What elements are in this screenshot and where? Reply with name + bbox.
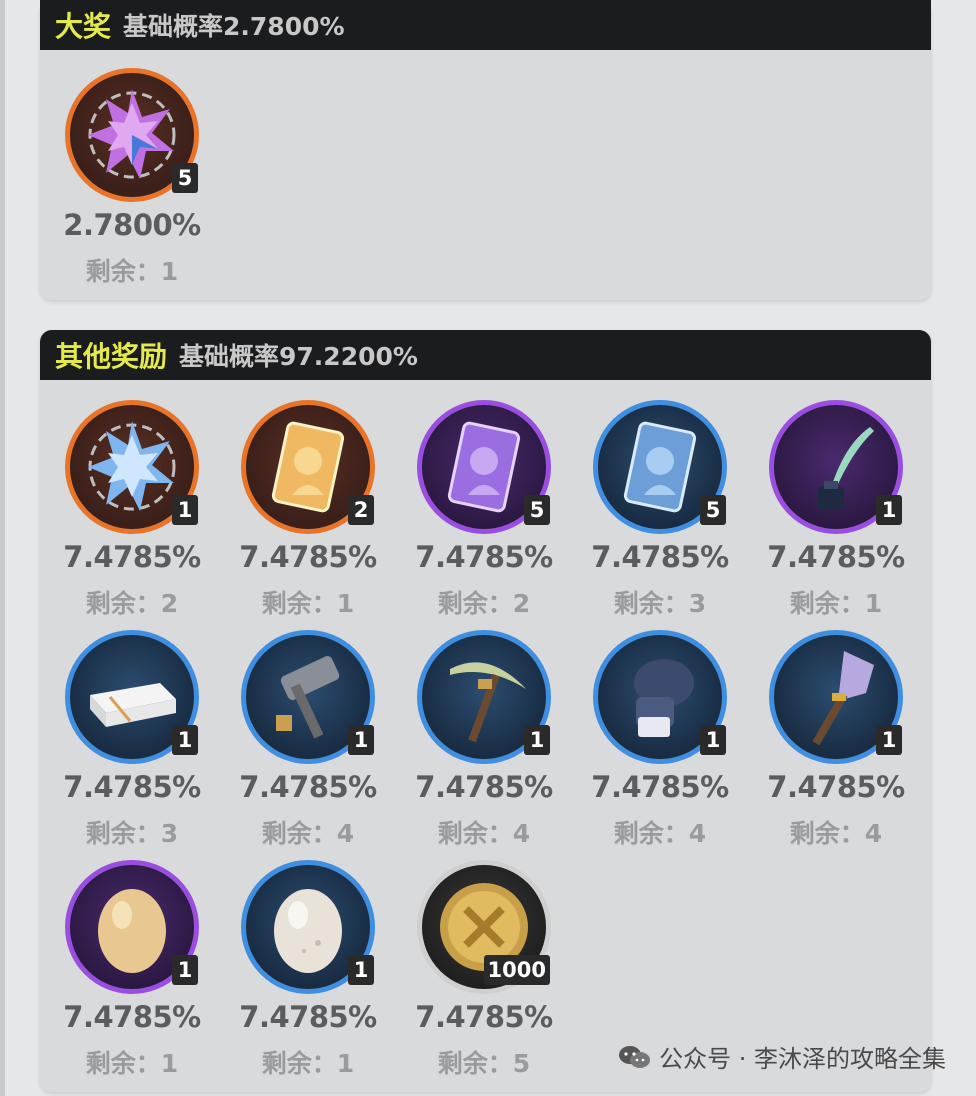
frame-border — [0, 0, 5, 1096]
reward-item[interactable]: 1000 7.4785% 剩余：5 — [392, 860, 568, 1080]
reward-remaining: 剩余：4 — [437, 819, 531, 848]
reward-remaining: 剩余：3 — [85, 819, 179, 848]
grand-prize-title: 大奖 — [55, 10, 112, 43]
reward-icon-frame[interactable]: 5 — [593, 400, 727, 534]
reward-rate: 7.4785% — [239, 1000, 377, 1034]
reward-item[interactable]: 5 2.7800% 剩余：1 — [40, 68, 216, 288]
grand-prize-header: 大奖 基础概率2.7800% — [40, 0, 931, 50]
other-rewards-body: 1 7.4785% 剩余：2 2 7.4785% 剩余：1 5 7.4785% 剩余：2 5 7.4… — [40, 380, 931, 1092]
reward-rate: 7.4785% — [591, 770, 729, 804]
reward-remaining: 剩余：1 — [789, 589, 883, 618]
reward-item[interactable]: 5 7.4785% 剩余：2 — [392, 400, 568, 620]
grand-prize-section: 大奖 基础概率2.7800% 5 2.7800% 剩余：1 — [40, 0, 931, 300]
reward-remaining: 剩余：1 — [85, 1049, 179, 1078]
quantity-badge: 1000 — [483, 955, 550, 985]
reward-icon-frame[interactable]: 1000 — [417, 860, 551, 994]
quantity-badge: 5 — [524, 495, 550, 525]
reward-icon-frame[interactable]: 1 — [65, 860, 199, 994]
other-rewards-title: 其他奖励 — [55, 340, 168, 373]
reward-rate: 7.4785% — [767, 770, 905, 804]
quantity-badge: 5 — [172, 163, 198, 193]
reward-rate: 7.4785% — [63, 540, 201, 574]
reward-remaining: 剩余：4 — [789, 819, 883, 848]
reward-item[interactable]: 1 7.4785% 剩余：1 — [40, 860, 216, 1080]
reward-item[interactable]: 1 7.4785% 剩余：4 — [392, 630, 568, 850]
reward-icon-frame[interactable]: 1 — [417, 630, 551, 764]
wechat-icon — [619, 1045, 651, 1068]
reward-icon-frame[interactable]: 1 — [241, 860, 375, 994]
reward-rate: 7.4785% — [591, 540, 729, 574]
reward-remaining: 剩余：1 — [261, 589, 355, 618]
reward-remaining: 剩余：4 — [261, 819, 355, 848]
reward-remaining: 剩余：2 — [437, 589, 531, 618]
watermark-text: 公众号 · 李沐泽的攻略全集 — [659, 1045, 946, 1073]
reward-remaining: 剩余：1 — [85, 257, 179, 286]
grand-prize-rate: 基础概率2.7800% — [123, 12, 345, 41]
reward-rate: 7.4785% — [767, 540, 905, 574]
quantity-badge: 1 — [876, 725, 902, 755]
reward-remaining: 剩余：4 — [613, 819, 707, 848]
reward-icon-frame[interactable]: 1 — [593, 630, 727, 764]
quantity-badge: 1 — [524, 725, 550, 755]
reward-item[interactable]: 5 7.4785% 剩余：3 — [568, 400, 744, 620]
quantity-badge: 5 — [700, 495, 726, 525]
other-rewards-section: 其他奖励 基础概率97.2200% 1 7.4785% 剩余：2 2 7.4785% 剩余… — [40, 330, 931, 1092]
reward-item[interactable]: 2 7.4785% 剩余：1 — [216, 400, 392, 620]
reward-icon-frame[interactable]: 1 — [769, 400, 903, 534]
reward-item[interactable]: 1 7.4785% 剩余：2 — [40, 400, 216, 620]
other-rewards-rate: 基础概率97.2200% — [179, 342, 418, 371]
reward-remaining: 剩余：5 — [437, 1049, 531, 1078]
reward-rate: 7.4785% — [63, 770, 201, 804]
reward-rate: 7.4785% — [415, 540, 553, 574]
reward-item[interactable]: 1 7.4785% 剩余：3 — [40, 630, 216, 850]
quantity-badge: 1 — [700, 725, 726, 755]
reward-icon-frame[interactable]: 1 — [65, 400, 199, 534]
reward-icon-frame[interactable]: 1 — [769, 630, 903, 764]
reward-icon-frame[interactable]: 5 — [417, 400, 551, 534]
reward-rate: 7.4785% — [239, 770, 377, 804]
reward-rate: 7.4785% — [415, 770, 553, 804]
reward-item[interactable]: 1 7.4785% 剩余：1 — [744, 400, 920, 620]
quantity-badge: 2 — [348, 495, 374, 525]
reward-icon-frame[interactable]: 2 — [241, 400, 375, 534]
reward-icon-frame[interactable]: 5 — [65, 68, 199, 202]
reward-rate: 7.4785% — [415, 1000, 553, 1034]
quantity-badge: 1 — [172, 495, 198, 525]
reward-remaining: 剩余：3 — [613, 589, 707, 618]
quantity-badge: 1 — [172, 725, 198, 755]
reward-item[interactable]: 1 7.4785% 剩余：4 — [216, 630, 392, 850]
quantity-badge: 1 — [876, 495, 902, 525]
quantity-badge: 1 — [172, 955, 198, 985]
watermark: 公众号 · 李沐泽的攻略全集 — [617, 1039, 946, 1074]
reward-icon-frame[interactable]: 1 — [65, 630, 199, 764]
reward-item[interactable]: 1 7.4785% 剩余：4 — [568, 630, 744, 850]
grand-prize-body: 5 2.7800% 剩余：1 — [40, 50, 931, 300]
reward-icon-frame[interactable]: 1 — [241, 630, 375, 764]
reward-rate: 7.4785% — [239, 540, 377, 574]
quantity-badge: 1 — [348, 725, 374, 755]
reward-item[interactable]: 1 7.4785% 剩余：1 — [216, 860, 392, 1080]
reward-rate: 7.4785% — [63, 1000, 201, 1034]
reward-remaining: 剩余：2 — [85, 589, 179, 618]
reward-rate: 2.7800% — [63, 208, 201, 242]
reward-item[interactable]: 1 7.4785% 剩余：4 — [744, 630, 920, 850]
other-rewards-header: 其他奖励 基础概率97.2200% — [40, 330, 931, 380]
reward-remaining: 剩余：1 — [261, 1049, 355, 1078]
quantity-badge: 1 — [348, 955, 374, 985]
